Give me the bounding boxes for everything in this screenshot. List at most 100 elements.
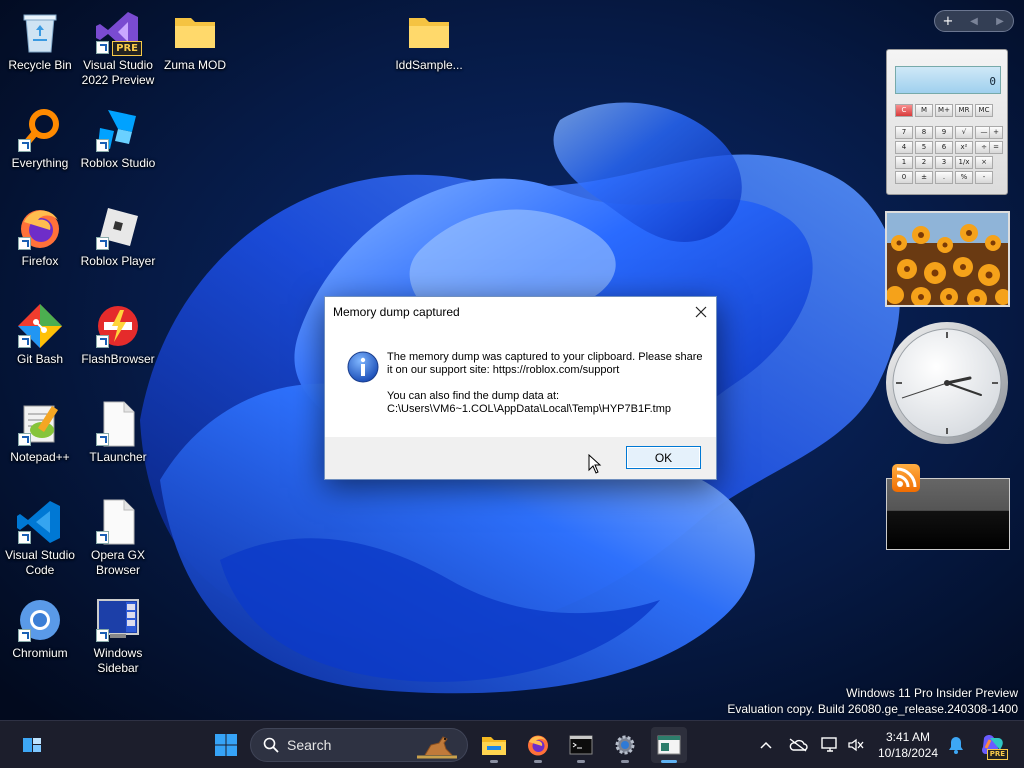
calc-key[interactable]: x² — [955, 141, 973, 154]
calc-key[interactable]: 5 — [915, 141, 933, 154]
running-indicator — [577, 760, 585, 763]
clock-gadget[interactable] — [884, 320, 1010, 446]
search-highlight-kangaroo-icon — [417, 736, 457, 759]
desktop-icon-vscode[interactable]: Visual Studio Code — [0, 498, 80, 578]
calc-key-equals[interactable]: = — [989, 141, 1003, 154]
windows-sidebar-icon — [94, 596, 142, 644]
calculator-row-2: 4 5 6 x² ÷ — [895, 141, 993, 154]
calc-key-plus[interactable]: + — [989, 126, 1003, 139]
taskbar-firefox[interactable] — [520, 727, 556, 763]
next-page-button[interactable]: ▶ — [990, 16, 1010, 27]
calc-key[interactable]: 9 — [935, 126, 953, 139]
search-input[interactable] — [287, 737, 407, 753]
taskbar-file-explorer[interactable] — [476, 727, 512, 763]
flowers-photo — [887, 213, 1008, 305]
desktop-icon-roblox-player[interactable]: Roblox Player — [78, 204, 158, 269]
previous-page-button[interactable]: ◀ — [964, 16, 984, 27]
desktop-icon-everything[interactable]: Everything — [0, 106, 80, 171]
taskbar-error-dialog-app[interactable] — [651, 727, 687, 763]
visual-studio-icon: PRE — [94, 8, 142, 56]
running-indicator — [621, 760, 629, 763]
close-button[interactable] — [686, 297, 716, 327]
desktop-icon-iddsample[interactable]: IddSample... — [389, 8, 469, 73]
desktop-icon-windows-sidebar[interactable]: Windows Sidebar — [78, 596, 158, 676]
calc-key[interactable]: 6 — [935, 141, 953, 154]
desktop-icon-zuma-mod[interactable]: Zuma MOD — [155, 8, 235, 73]
calc-key[interactable]: - — [975, 171, 993, 184]
widgets-button[interactable] — [14, 727, 50, 763]
calc-key[interactable]: . — [935, 171, 953, 184]
taskbar: 3:41 AM 10/18/2024 PRE — [0, 720, 1024, 768]
show-hidden-icons-button[interactable] — [756, 735, 776, 755]
onedrive-tray-button[interactable] — [788, 735, 808, 755]
add-gadget-button[interactable]: + — [938, 14, 958, 29]
preview-badge: PRE — [112, 41, 142, 56]
desktop-icon-notepad-plus-plus[interactable]: Notepad++ — [0, 400, 80, 465]
desktop-icon-roblox-studio[interactable]: Roblox Studio — [78, 106, 158, 171]
desktop-icon-flashbrowser[interactable]: FlashBrowser — [78, 302, 158, 367]
shortcut-arrow-icon — [18, 531, 31, 544]
calc-key-mr[interactable]: MR — [955, 104, 973, 117]
calculator-memory-row: C M M+ MR MC — [895, 104, 993, 117]
taskbar-terminal[interactable] — [563, 727, 599, 763]
taskbar-settings[interactable] — [607, 727, 643, 763]
calc-key-mc[interactable]: MC — [975, 104, 993, 117]
desktop-icon-git-bash[interactable]: Git Bash — [0, 302, 80, 367]
taskbar-clock[interactable]: 3:41 AM 10/18/2024 — [874, 729, 942, 761]
notifications-button[interactable] — [946, 735, 966, 755]
desktop-icon-opera-gx[interactable]: Opera GX Browser — [78, 498, 158, 578]
desktop-icon-visual-studio-preview[interactable]: PRE Visual Studio 2022 Preview — [78, 8, 158, 88]
calc-key[interactable]: 7 — [895, 126, 913, 139]
taskbar-search-box[interactable] — [250, 728, 468, 762]
ok-button[interactable]: OK — [626, 446, 701, 469]
search-icon — [263, 737, 279, 753]
shortcut-arrow-icon — [96, 237, 109, 250]
gadget-toolbar: + ◀ ▶ — [934, 10, 1014, 32]
desktop-icon-chromium[interactable]: Chromium — [0, 596, 80, 661]
network-tray-button[interactable] — [820, 735, 840, 755]
dialog-message-line2: You can also find the dump data at: — [387, 390, 560, 402]
shortcut-arrow-icon — [18, 433, 31, 446]
slideshow-gadget[interactable] — [885, 211, 1010, 307]
icon-label: Roblox Player — [80, 254, 156, 268]
shortcut-arrow-icon — [96, 139, 109, 152]
desktop-icon-tlauncher[interactable]: TLauncher — [78, 400, 158, 465]
calc-key[interactable]: 1 — [895, 156, 913, 169]
watermark-edition: Windows 11 Pro Insider Preview — [846, 686, 1018, 700]
volume-tray-button[interactable] — [846, 735, 866, 755]
dialog-title: Memory dump captured — [333, 305, 460, 319]
calc-key[interactable]: × — [975, 156, 993, 169]
desktop-icon-recycle-bin[interactable]: Recycle Bin — [0, 8, 80, 73]
magnifier-icon — [16, 106, 64, 154]
desktop-icon-firefox[interactable]: Firefox — [0, 204, 80, 269]
calc-key[interactable]: ± — [915, 171, 933, 184]
calc-key[interactable]: 2 — [915, 156, 933, 169]
start-button[interactable] — [208, 727, 244, 763]
calc-key-m-plus[interactable]: M+ — [935, 104, 953, 117]
calc-key[interactable]: 0 — [895, 171, 913, 184]
mouse-cursor-icon — [588, 454, 602, 474]
calc-key[interactable]: 4 — [895, 141, 913, 154]
calc-key[interactable]: √ — [955, 126, 973, 139]
notepad-plus-plus-icon — [16, 400, 64, 448]
icon-label: FlashBrowser — [81, 352, 155, 366]
chevron-up-icon — [760, 741, 772, 749]
calc-key[interactable]: 1/x — [955, 156, 973, 169]
terminal-icon — [569, 735, 593, 755]
calc-key-clear[interactable]: C — [895, 104, 913, 117]
roblox-player-icon — [94, 204, 142, 252]
shortcut-arrow-icon — [18, 139, 31, 152]
calculator-gadget: 0 C M M+ MR MC 7 8 9 √ — 4 5 6 x² ÷ 1 2 … — [886, 49, 1008, 195]
shortcut-arrow-icon — [18, 629, 31, 642]
close-icon — [695, 306, 707, 318]
shortcut-arrow-icon — [96, 433, 109, 446]
calc-key[interactable]: 8 — [915, 126, 933, 139]
shortcut-arrow-icon — [96, 335, 109, 348]
dialog-footer: OK — [325, 437, 716, 479]
copilot-button[interactable]: PRE — [980, 732, 1008, 760]
calc-key-m[interactable]: M — [915, 104, 933, 117]
calc-key[interactable]: % — [955, 171, 973, 184]
icon-label: Zuma MOD — [163, 58, 226, 72]
bell-icon — [949, 737, 963, 754]
calc-key[interactable]: 3 — [935, 156, 953, 169]
